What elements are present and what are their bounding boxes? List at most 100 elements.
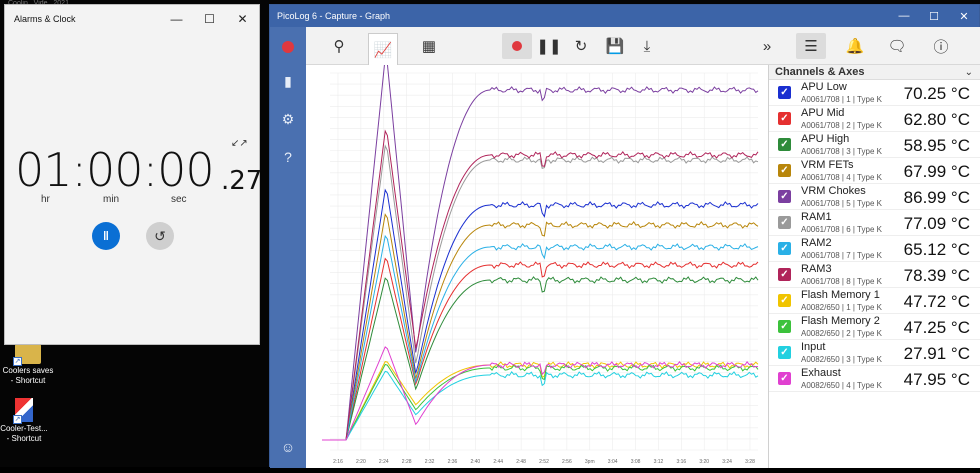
record-button[interactable]	[502, 33, 532, 59]
expand-icon[interactable]: ↙↗	[231, 138, 248, 149]
alarm-bell-icon[interactable]: 🔔	[840, 33, 870, 59]
record-status-icon[interactable]	[278, 37, 298, 57]
channel-checkbox[interactable]: ✓	[778, 268, 791, 281]
pause-button[interactable]: ǁ	[92, 222, 120, 250]
desktop-icon-coolers-saves[interactable]: ↗ Coolers saves - Shortcut	[0, 344, 58, 386]
channel-row[interactable]: ✓ APU High A0061/708 | 3 | Type K 58.95 °C	[769, 132, 980, 158]
channel-source: A0082/650 | 2 | Type K	[801, 329, 882, 338]
restart-capture-button[interactable]: ↻	[566, 33, 596, 59]
chevron-down-icon[interactable]: ⌄	[965, 65, 973, 80]
channel-name: Input	[801, 341, 826, 353]
x-tick-label: 2:16	[333, 459, 343, 465]
graph-area[interactable]: 2:16 2:20 2:24 2:28 2:32 2:36 2:40 2:44 2:48 2:52…	[306, 57, 768, 468]
channel-name: Flash Memory 2	[801, 315, 880, 327]
channel-row[interactable]: ✓ RAM3 A0061/708 | 8 | Type K 78.39 °C	[769, 262, 980, 288]
export-icon[interactable]: ⤓	[632, 33, 662, 59]
channel-row[interactable]: ✓ RAM2 A0061/708 | 7 | Type K 65.12 °C	[769, 236, 980, 262]
x-tick-label: 3:24	[722, 459, 732, 465]
channel-value: 77.09 °C	[903, 214, 970, 233]
toolbar: ⚲ 📈 ▦ ❚❚ ↻ 💾 ⤓ » ☰ 🔔 🗨 ⓘ	[306, 27, 980, 65]
channel-name: Flash Memory 1	[801, 289, 880, 301]
channel-checkbox[interactable]: ✓	[778, 86, 791, 99]
series-line	[322, 276, 759, 441]
desktop-icon-cooler-test[interactable]: ↗ Cooler-Test... - Shortcut	[0, 398, 54, 444]
channel-row[interactable]: ✓ VRM Chokes A0061/708 | 5 | Type K 86.99 °…	[769, 184, 980, 210]
x-tick-label: 2:28	[402, 459, 412, 465]
channel-name: RAM1	[801, 211, 832, 223]
close-icon[interactable]: ✕	[949, 5, 979, 27]
more-chevron-icon[interactable]: »	[752, 33, 782, 59]
info-icon[interactable]: ⓘ	[926, 33, 956, 59]
help-icon[interactable]: ?	[278, 147, 298, 167]
channel-row[interactable]: ✓ Flash Memory 2 A0082/650 | 2 | Type K 47.…	[769, 314, 980, 340]
channel-source: A0082/650 | 3 | Type K	[801, 355, 882, 364]
channel-checkbox[interactable]: ✓	[778, 320, 791, 333]
graph-view-tab[interactable]: 📈	[368, 33, 398, 65]
x-tick-label: 2:52	[539, 459, 549, 465]
x-tick-label: 2:48	[516, 459, 526, 465]
file-icon[interactable]: ▮	[278, 71, 298, 91]
reset-button[interactable]: ↺	[146, 222, 174, 250]
channel-checkbox[interactable]: ✓	[778, 294, 791, 307]
channel-name: VRM FETs	[801, 159, 854, 171]
settings-icon[interactable]: ⚙	[278, 109, 298, 129]
x-tick-label: 2:36	[448, 459, 458, 465]
close-icon[interactable]: ✕	[226, 5, 259, 33]
notes-icon[interactable]: 🗨	[882, 33, 912, 59]
channel-row[interactable]: ✓ VRM FETs A0061/708 | 4 | Type K 67.99 °C	[769, 158, 980, 184]
series-line	[322, 346, 759, 441]
stopwatch-time: 01:00:00	[15, 143, 215, 197]
feedback-smiley-icon[interactable]: ☺	[278, 437, 298, 457]
channel-checkbox[interactable]: ✓	[778, 346, 791, 359]
channel-checkbox[interactable]: ✓	[778, 242, 791, 255]
channel-value: 47.95 °C	[903, 370, 970, 389]
channel-checkbox[interactable]: ✓	[778, 190, 791, 203]
x-tick-label: 3:16	[676, 459, 686, 465]
usb-devices-icon[interactable]: ⚲	[324, 33, 354, 59]
channel-row[interactable]: ✓ Flash Memory 1 A0082/650 | 1 | Type K 47.…	[769, 288, 980, 314]
channel-row[interactable]: ✓ APU Low A0061/708 | 1 | Type K 70.25 °C	[769, 80, 980, 106]
minimize-icon[interactable]: —	[889, 5, 919, 27]
channel-source: A0061/708 | 7 | Type K	[801, 251, 882, 260]
channel-source: A0061/708 | 2 | Type K	[801, 121, 882, 130]
channel-source: A0061/708 | 5 | Type K	[801, 199, 882, 208]
temperature-graph: 2:16 2:20 2:24 2:28 2:32 2:36 2:40 2:44 2:48 2:52…	[322, 57, 759, 465]
minimize-icon[interactable]: —	[160, 5, 193, 33]
channel-row[interactable]: ✓ APU Mid A0061/708 | 2 | Type K 62.80 °C	[769, 106, 980, 132]
channel-source: A0061/708 | 4 | Type K	[801, 173, 882, 182]
series-line	[322, 361, 759, 441]
channel-checkbox[interactable]: ✓	[778, 164, 791, 177]
channel-checkbox[interactable]: ✓	[778, 112, 791, 125]
unit-hr: hr	[41, 194, 50, 205]
maximize-icon[interactable]: ☐	[193, 5, 226, 33]
alarm-window-controls: — ☐ ✕	[160, 5, 259, 33]
series-line	[322, 129, 759, 441]
series-line	[322, 144, 759, 441]
x-tick-label: 2:32	[425, 459, 435, 465]
channel-row[interactable]: ✓ Exhaust A0082/650 | 4 | Type K 47.95 °C	[769, 366, 980, 392]
channel-checkbox[interactable]: ✓	[778, 138, 791, 151]
unit-sec: sec	[171, 194, 187, 205]
picolog-titlebar: PicoLog 6 - Capture - Graph — ☐ ✕	[270, 5, 979, 27]
channel-value: 78.39 °C	[903, 266, 970, 285]
channel-source: A0061/708 | 8 | Type K	[801, 277, 882, 286]
channel-checkbox[interactable]: ✓	[778, 216, 791, 229]
x-tick-label: 2:20	[356, 459, 366, 465]
channel-checkbox[interactable]: ✓	[778, 372, 791, 385]
channel-source: A0082/650 | 4 | Type K	[801, 381, 882, 390]
table-view-icon[interactable]: ▦	[414, 33, 444, 59]
channel-row[interactable]: ✓ Input A0082/650 | 3 | Type K 27.91 °C	[769, 340, 980, 366]
channel-row[interactable]: ✓ RAM1 A0061/708 | 6 | Type K 77.09 °C	[769, 210, 980, 236]
save-icon[interactable]: 💾	[600, 33, 630, 59]
channel-name: APU Low	[801, 81, 847, 93]
channels-panel-header[interactable]: Channels & Axes ⌄	[769, 65, 980, 80]
channel-source: A0061/708 | 6 | Type K	[801, 225, 882, 234]
channels-list-icon[interactable]: ☰	[796, 33, 826, 59]
channel-value: 65.12 °C	[903, 240, 970, 259]
alarms-clock-window: Alarms & Clock — ☐ ✕ ↙↗ 01:00:00 .27 hr …	[4, 4, 262, 345]
channel-value: 62.80 °C	[903, 110, 970, 129]
channel-name: RAM3	[801, 263, 832, 275]
maximize-icon[interactable]: ☐	[919, 5, 949, 27]
pause-capture-button[interactable]: ❚❚	[534, 33, 564, 59]
desktop-icon-label: Coolers saves	[2, 366, 54, 375]
